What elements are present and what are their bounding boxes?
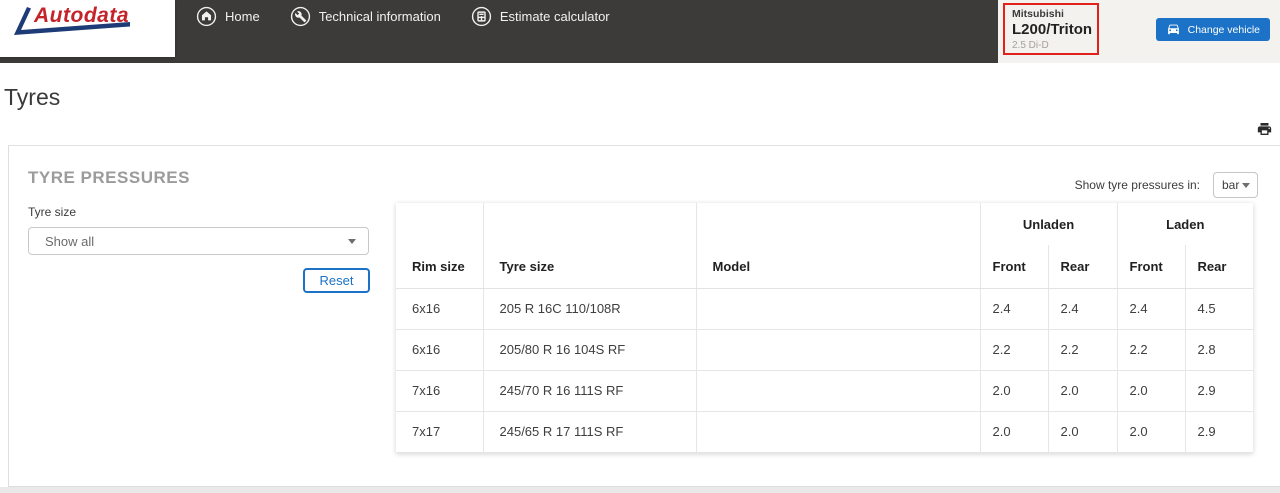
cell-unladen-front: 2.4 [980,288,1049,330]
page-title: Tyres [4,84,61,110]
column-header-rim-size: Rim size [396,245,484,289]
cell-model [696,288,981,330]
tyre-size-label: Tyre size [28,205,77,219]
column-group-unladen: Unladen [980,203,1118,245]
table-row: 6x16 205/80 R 16 104S RF 2.2 2.2 2.2 2.8 [396,329,1254,371]
cell-laden-front: 2.0 [1117,370,1186,412]
cell-unladen-front: 2.2 [980,329,1049,371]
column-group-laden: Laden [1166,216,1205,232]
column-header-model: Model [696,245,981,289]
header-dark-section: Autodata Home Technical information Esti… [0,0,998,63]
cell-laden-rear: 2.9 [1185,370,1254,412]
cell-rim-size: 6x16 [396,288,484,330]
cell-tyre-size: 245/70 R 16 111S RF [483,370,697,412]
column-header-tyre-size: Tyre size [483,245,697,289]
nav-estimate-calculator-label: Estimate calculator [499,8,610,24]
column-header-unladen-rear: Rear [1048,245,1118,289]
wrench-icon [290,6,311,27]
column-header-laden-rear: Rear [1185,245,1254,289]
change-vehicle-label: Change vehicle [1187,23,1260,36]
chevron-down-icon [1242,182,1250,188]
logo-text: Autodata [34,4,129,27]
cell-model [696,411,981,453]
cell-laden-front: 2.4 [1117,288,1186,330]
chevron-down-icon [348,238,356,244]
column-header-laden-front: Front [1117,245,1186,289]
header-spacer [483,203,697,245]
tyre-pressures-table: Unladen Laden Rim size Tyre size Model F… [396,203,1254,453]
header-spacer [696,203,981,245]
cell-rim-size: 7x17 [396,411,484,453]
cell-laden-front: 2.2 [1117,329,1186,371]
reset-button[interactable]: Reset [303,268,370,293]
cell-unladen-rear: 2.2 [1048,329,1118,371]
vehicle-make: Mitsubishi [1012,8,1064,20]
column-header-unladen-front: Front [980,245,1049,289]
tyre-size-select-value: Show all [45,233,95,249]
units-control: Show tyre pressures in: bar [1075,172,1258,198]
logo[interactable]: Autodata [0,0,175,57]
home-icon [196,6,217,27]
table-row: 7x16 245/70 R 16 111S RF 2.0 2.0 2.0 2.9 [396,370,1254,412]
tyre-pressures-card: TYRE PRESSURES Show tyre pressures in: b… [8,145,1280,487]
cell-model [696,370,981,412]
table-body: 6x16 205 R 16C 110/108R 2.4 2.4 2.4 4.5 … [396,288,1254,453]
cell-laden-front: 2.0 [1117,411,1186,453]
units-select[interactable]: bar [1213,172,1258,198]
cell-unladen-rear: 2.0 [1048,370,1118,412]
cell-tyre-size: 205 R 16C 110/108R [483,288,697,330]
cell-rim-size: 7x16 [396,370,484,412]
main-nav: Home Technical information Estimate calc… [196,0,640,32]
header-spacer [396,203,484,245]
table-row: 6x16 205 R 16C 110/108R 2.4 2.4 2.4 4.5 [396,288,1254,330]
printer-icon [1256,121,1276,137]
top-header: Autodata Home Technical information Esti… [0,0,1280,63]
header-light-section: Mitsubishi L200/Triton 2.5 Di-D Change v… [998,0,1280,63]
card-title: TYRE PRESSURES [28,168,190,187]
nav-home[interactable]: Home [196,6,260,27]
table-row: 7x17 245/65 R 17 111S RF 2.0 2.0 2.0 2.9 [396,411,1254,453]
tyre-size-select[interactable]: Show all [28,227,369,255]
nav-estimate-calculator[interactable]: Estimate calculator [471,6,610,27]
cell-laden-rear: 2.9 [1185,411,1254,453]
units-select-value: bar [1222,178,1240,192]
car-icon [1166,24,1181,36]
cell-tyre-size: 205/80 R 16 104S RF [483,329,697,371]
nav-home-label: Home [225,8,260,24]
vehicle-info-box[interactable]: Mitsubishi L200/Triton 2.5 Di-D [1003,3,1099,55]
cell-rim-size: 6x16 [396,329,484,371]
cell-laden-rear: 4.5 [1185,288,1254,330]
print-button[interactable] [1256,119,1276,139]
nav-technical-information[interactable]: Technical information [290,6,441,27]
cell-laden-rear: 2.8 [1185,329,1254,371]
change-vehicle-button[interactable]: Change vehicle [1155,18,1270,41]
vehicle-model: L200/Triton [1012,21,1093,38]
cell-tyre-size: 245/65 R 17 111S RF [483,411,697,453]
cell-unladen-rear: 2.0 [1048,411,1118,453]
cell-unladen-front: 2.0 [980,411,1049,453]
tyre-pressures-table-panel: Unladen Laden Rim size Tyre size Model F… [396,203,1254,453]
calculator-icon [471,6,492,27]
cell-model [696,329,981,371]
units-label: Show tyre pressures in: [1074,178,1200,192]
nav-technical-information-label: Technical information [318,8,441,24]
cell-unladen-front: 2.0 [980,370,1049,412]
vehicle-engine: 2.5 Di-D [1012,40,1049,51]
cell-unladen-rear: 2.4 [1048,288,1118,330]
